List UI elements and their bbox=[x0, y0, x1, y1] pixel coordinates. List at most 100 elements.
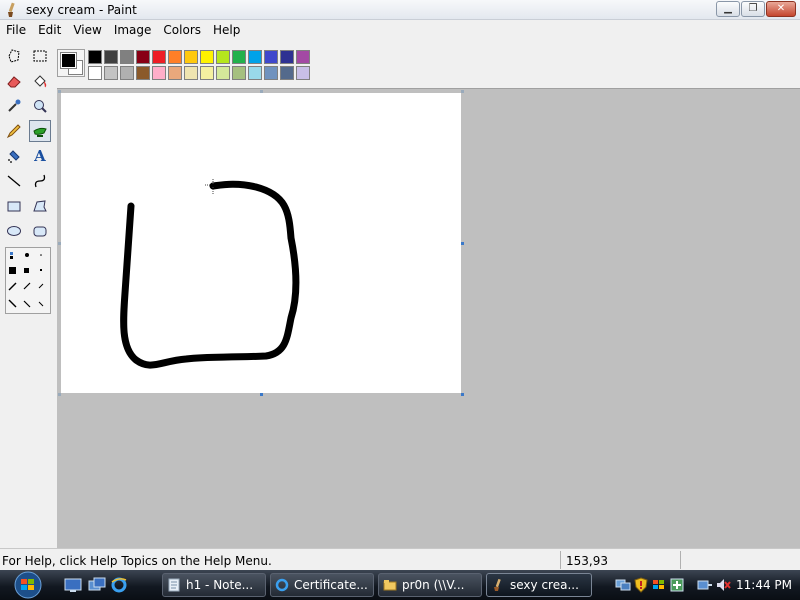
color-swatch[interactable] bbox=[120, 50, 134, 64]
current-colors[interactable] bbox=[57, 49, 85, 77]
tool-eraser[interactable] bbox=[3, 70, 25, 92]
polygon-icon bbox=[33, 200, 47, 212]
color-swatch[interactable] bbox=[88, 50, 102, 64]
minimize-button[interactable]: ▁ bbox=[716, 1, 740, 17]
handle-bottom-left bbox=[58, 393, 61, 396]
security-shield-icon[interactable] bbox=[633, 577, 649, 593]
color-swatch[interactable] bbox=[248, 66, 262, 80]
color-swatch[interactable] bbox=[152, 66, 166, 80]
status-divider bbox=[680, 551, 681, 569]
drawing-strokes bbox=[120, 179, 300, 369]
tool-pick-color[interactable] bbox=[3, 95, 25, 117]
color-swatch[interactable] bbox=[168, 50, 182, 64]
color-swatch[interactable] bbox=[104, 50, 118, 64]
tool-polygon[interactable] bbox=[29, 195, 51, 217]
color-swatch[interactable] bbox=[168, 66, 182, 80]
show-desktop-icon[interactable] bbox=[64, 576, 82, 594]
color-swatch[interactable] bbox=[88, 66, 102, 80]
network-tray-icon[interactable] bbox=[615, 577, 631, 593]
color-swatch[interactable] bbox=[296, 50, 310, 64]
eraser-icon bbox=[7, 76, 21, 88]
taskbar-button-folder[interactable]: pr0n (\\V... bbox=[378, 573, 482, 597]
taskbar-button-notepad[interactable]: h1 - Note... bbox=[162, 573, 266, 597]
color-swatch[interactable] bbox=[216, 50, 230, 64]
resize-handle-bottom[interactable] bbox=[260, 393, 263, 396]
tool-fill[interactable] bbox=[29, 70, 51, 92]
handle-top-mid bbox=[260, 90, 263, 93]
tool-select[interactable] bbox=[29, 45, 51, 67]
brush-icon bbox=[33, 127, 47, 137]
color-swatch[interactable] bbox=[296, 66, 310, 80]
close-icon: ✕ bbox=[776, 3, 786, 14]
drawing-canvas[interactable] bbox=[61, 93, 461, 393]
folder-icon bbox=[383, 580, 397, 591]
tool-ellipse[interactable] bbox=[3, 220, 25, 242]
volume-muted-icon[interactable] bbox=[715, 577, 731, 593]
color-swatch[interactable] bbox=[120, 66, 134, 80]
tool-curve[interactable] bbox=[29, 170, 51, 192]
status-help-text: For Help, click Help Topics on the Help … bbox=[2, 554, 272, 568]
menu-bar: File Edit View Image Colors Help bbox=[0, 20, 800, 40]
color-swatch[interactable] bbox=[136, 66, 150, 80]
paint-app-icon bbox=[8, 2, 15, 17]
ellipse-icon bbox=[7, 226, 21, 236]
maximize-button[interactable]: ❐ bbox=[741, 1, 765, 17]
line-icon bbox=[7, 175, 21, 187]
tool-pencil[interactable] bbox=[3, 120, 25, 142]
rectangle-icon bbox=[7, 201, 21, 212]
start-button[interactable] bbox=[6, 570, 50, 600]
tool-magnifier[interactable] bbox=[29, 95, 51, 117]
connection-tray-icon[interactable] bbox=[697, 577, 713, 593]
tray-app-icon[interactable] bbox=[669, 577, 685, 593]
brush-options-panel bbox=[5, 247, 51, 314]
color-swatch[interactable] bbox=[232, 66, 246, 80]
select-icon bbox=[33, 50, 47, 62]
color-swatch[interactable] bbox=[152, 50, 166, 64]
internet-explorer-icon[interactable] bbox=[110, 576, 128, 594]
taskbar-clock[interactable]: 11:44 PM bbox=[736, 578, 792, 592]
handle-top-right bbox=[461, 90, 464, 93]
color-swatch[interactable] bbox=[200, 66, 214, 80]
color-swatch[interactable] bbox=[184, 50, 198, 64]
color-swatch[interactable] bbox=[280, 66, 294, 80]
close-button[interactable]: ✕ bbox=[766, 1, 796, 17]
taskbar-button-label: h1 - Note... bbox=[186, 578, 254, 592]
color-swatch[interactable] bbox=[200, 50, 214, 64]
switch-windows-icon[interactable] bbox=[88, 576, 106, 594]
menu-view[interactable]: View bbox=[67, 20, 107, 40]
tool-rounded-rectangle[interactable] bbox=[29, 220, 51, 242]
color-swatch[interactable] bbox=[136, 50, 150, 64]
taskbar-button-label: Certificate... bbox=[294, 578, 368, 592]
color-palette bbox=[57, 40, 800, 88]
flag-tray-icon[interactable] bbox=[651, 577, 667, 593]
tool-text[interactable]: A bbox=[29, 145, 51, 167]
tool-rectangle[interactable] bbox=[3, 195, 25, 217]
menu-file[interactable]: File bbox=[0, 20, 32, 40]
tool-free-select[interactable] bbox=[3, 45, 25, 67]
tool-line[interactable] bbox=[3, 170, 25, 192]
taskbar-button-paint[interactable]: sexy crea... bbox=[486, 573, 592, 597]
menu-colors[interactable]: Colors bbox=[157, 20, 207, 40]
rounded-rectangle-icon bbox=[33, 226, 47, 237]
tool-airbrush[interactable] bbox=[3, 145, 25, 167]
color-swatch[interactable] bbox=[280, 50, 294, 64]
title-bar: sexy cream - Paint ▁ ❐ ✕ bbox=[0, 0, 800, 20]
color-swatch[interactable] bbox=[264, 66, 278, 80]
color-swatch[interactable] bbox=[248, 50, 262, 64]
color-swatch[interactable] bbox=[264, 50, 278, 64]
taskbar-button-certificate[interactable]: Certificate... bbox=[270, 573, 374, 597]
color-swatch[interactable] bbox=[104, 66, 118, 80]
color-swatch[interactable] bbox=[216, 66, 230, 80]
color-swatch[interactable] bbox=[184, 66, 198, 80]
handle-left-mid bbox=[58, 242, 61, 245]
menu-edit[interactable]: Edit bbox=[32, 20, 67, 40]
free-select-icon bbox=[8, 49, 20, 63]
resize-handle-right[interactable] bbox=[461, 242, 464, 245]
status-divider bbox=[560, 551, 561, 569]
resize-handle-corner[interactable] bbox=[461, 393, 464, 396]
menu-image[interactable]: Image bbox=[108, 20, 158, 40]
curve-icon bbox=[34, 174, 46, 188]
menu-help[interactable]: Help bbox=[207, 20, 246, 40]
tool-brush[interactable] bbox=[29, 120, 51, 142]
color-swatch[interactable] bbox=[232, 50, 246, 64]
